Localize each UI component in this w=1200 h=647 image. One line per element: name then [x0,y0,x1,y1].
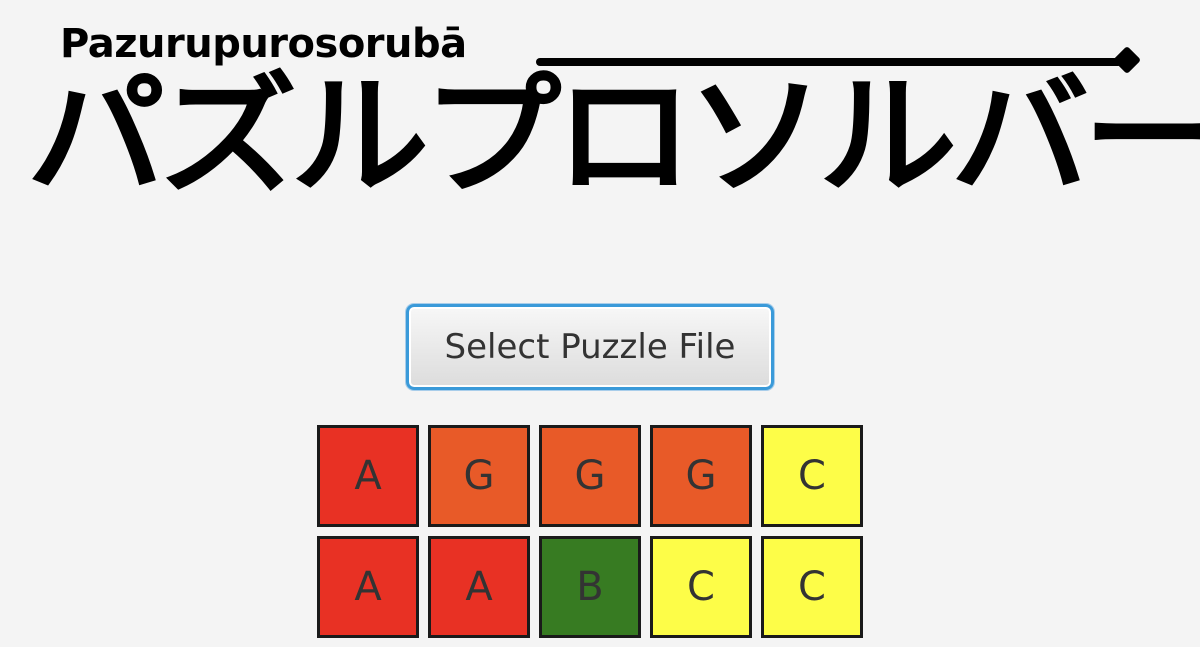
app-logo: Pazurupurosorubā パズルプロソルバー [0,0,1200,214]
logo-title: パズルプロソルバー [26,60,1200,214]
grid-cell: C [650,536,752,638]
select-puzzle-file-button[interactable]: Select Puzzle File [406,304,774,390]
logo-title-char: バ [950,60,1090,214]
grid-cell: G [428,425,530,527]
logo-title-char: ル [818,60,958,214]
puzzle-grid: AGGGCAABCC [317,425,867,647]
grid-cell: C [761,425,863,527]
logo-title-char: パ [26,60,166,214]
grid-cell: A [428,536,530,638]
grid-cell: G [650,425,752,527]
logo-title-char: ロ [554,60,694,214]
logo-title-char: ソ [686,60,826,214]
grid-row: AABCC [317,536,867,638]
grid-cell: G [539,425,641,527]
grid-cell: A [317,425,419,527]
logo-title-char: プ [422,60,562,214]
logo-title-char: ズ [158,60,298,214]
grid-cell: C [761,536,863,638]
logo-title-char: ー [1083,62,1200,212]
grid-row: AGGGC [317,425,867,527]
grid-cell: B [539,536,641,638]
grid-cell: A [317,536,419,638]
logo-title-char: ル [290,60,430,214]
